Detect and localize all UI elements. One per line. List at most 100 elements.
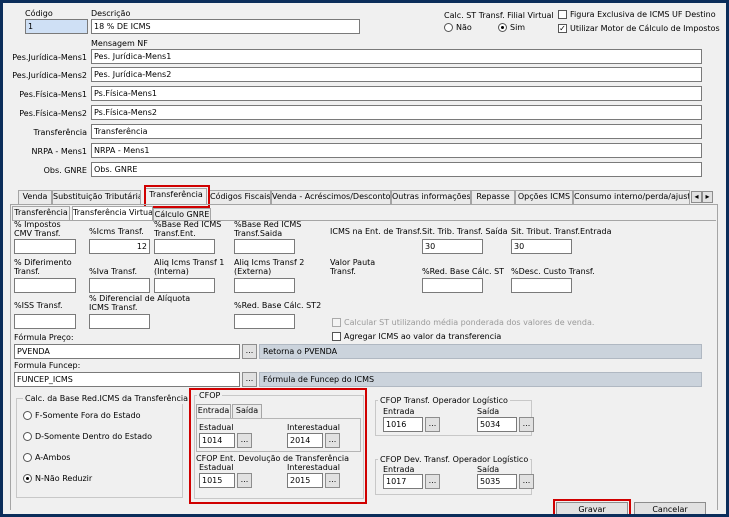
red-base-st-field[interactable] [422,278,483,293]
calc-base-radio-n[interactable] [23,474,32,483]
icms-ent-transf-label: ICMS na Ent. de Transf. [330,227,422,236]
cfop-op-saida-label: Saída [477,407,500,416]
calc-st-media-label: Calcular ST utilizando média ponderada d… [344,318,595,327]
formula-preco-label: Fórmula Preço: [14,333,74,342]
red-base-st-label: %Red. Base Cálc. ST [422,267,505,276]
formula-preco-info: Retorna o PVENDA [259,344,702,359]
formula-funcep-lookup-button[interactable]: ... [242,372,257,387]
tab-outras-informacoes[interactable]: Outras informações [391,190,471,204]
highlight-gravar-button [553,499,631,514]
descricao-label: Descrição [91,9,131,18]
tab-substituicao-tributaria[interactable]: Substituição Tributária [52,190,141,204]
tab-scroll-right-icon[interactable]: ▸ [702,191,713,203]
cfop-op-entrada-label: Entrada [383,407,415,416]
figura-exclusiva-label: Figura Exclusiva de ICMS UF Destino [570,10,716,19]
radio-sim-label: Sim [510,23,526,32]
agregar-icms-checkbox[interactable] [332,332,341,341]
base-red-sai-field[interactable] [234,239,295,254]
tab-scroll-left-icon[interactable]: ◂ [691,191,702,203]
codigo-label: Código [25,9,53,18]
cfop-op-entrada-field[interactable]: 1016 [383,417,423,432]
codigo-field[interactable]: 1 [25,19,88,34]
aliq1-field[interactable] [154,278,215,293]
dif-aliq-field[interactable] [89,314,150,329]
subtab-divider [12,220,716,221]
iva-transf-field[interactable] [89,278,150,293]
formula-funcep-label: Formula Funcep: [14,361,81,370]
cfop-op-dev-saida-lookup-button[interactable]: ... [519,474,534,489]
base-red-ent-label-2: Transf.Ent. [154,229,196,238]
mensagem-nf-title: Mensagem NF [91,39,148,48]
valor-pauta-label-2: Transf. [330,267,356,276]
sit-trib-saida-label: Sit. Trib. Transf. Saída [422,227,508,236]
msg-label-3: Pes.Física-Mens1 [19,90,87,99]
formula-funcep-field[interactable]: FUNCEP_ICMS [14,372,240,387]
msg-label-2: Pes.Jurídica-Mens2 [12,71,87,80]
tab-consumo-interno[interactable]: Consumo interno/perda/ajuste [573,190,690,204]
msg-field-5[interactable]: Transferência [91,124,702,139]
diferimento-field[interactable] [14,278,76,293]
msg-label-5: Transferência [33,128,87,137]
msg-field-1[interactable]: Pes. Jurídica-Mens1 [91,49,702,64]
calc-base-label-d: D-Somente Dentro do Estado [35,432,152,441]
calc-base-label-a: A-Ambos [35,453,71,462]
descricao-field[interactable]: 18 % DE ICMS [91,19,360,34]
radio-sim[interactable] [498,23,507,32]
msg-field-7[interactable]: Obs. GNRE [91,162,702,177]
base-red-ent-field[interactable] [154,239,215,254]
calc-st-media-checkbox[interactable] [332,318,341,327]
sit-trib-saida-field[interactable]: 30 [422,239,483,254]
iva-transf-label: %Iva Transf. [89,267,138,276]
red-base-st2-field[interactable] [234,314,295,329]
iss-transf-label: %ISS Transf. [14,301,63,310]
tab-opcoes-icms[interactable]: Opções ICMS [515,190,573,204]
agregar-icms-label: Agregar ICMS ao valor da transferencia [344,332,502,341]
formula-preco-field[interactable]: PVENDA [14,344,240,359]
subtab-transferencia-virtual[interactable]: Transferência Virtual [72,206,153,220]
cfop-op-dev-title: CFOP Dev. Transf. Operador Logístico [378,455,531,465]
msg-field-6[interactable]: NRPA - Mens1 [91,143,702,158]
radio-nao[interactable] [444,23,453,32]
cfop-op-saida-field[interactable]: 5034 [477,417,517,432]
cfop-op-dev-entrada-field[interactable]: 1017 [383,474,423,489]
aliq2-field[interactable] [234,278,295,293]
icms-transf-field[interactable]: 12 [89,239,150,254]
tab-repasse[interactable]: Repasse [471,190,515,204]
cfop-op-saida-lookup-button[interactable]: ... [519,417,534,432]
aliq2-label-2: (Externa) [234,267,272,276]
calc-base-radio-f[interactable] [23,411,32,420]
cancelar-button[interactable]: Cancelar [634,502,706,514]
msg-label-7: Obs. GNRE [43,166,87,175]
figura-exclusiva-checkbox[interactable] [558,10,567,19]
form-client-area: Código 1 Descrição 18 % DE ICMS Calc. ST… [3,3,726,514]
utilizar-motor-label: Utilizar Motor de Cálculo de Impostos [570,24,720,33]
subtab-transferencia[interactable]: Transferência [12,206,70,220]
tab-venda-acrescimos[interactable]: Venda - Acréscimos/Descontos [271,190,391,204]
calc-base-radio-d[interactable] [23,432,32,441]
msg-field-2[interactable]: Pes. Jurídica-Mens2 [91,67,702,82]
cfop-op-dev-entrada-lookup-button[interactable]: ... [425,474,440,489]
red-base-st2-label: %Red. Base Cálc. ST2 [234,301,322,310]
msg-label-6: NRPA - Mens1 [31,147,87,156]
tab-codigos-fiscais[interactable]: Códigos Fiscais [209,190,271,204]
icms-transf-label: %Icms Transf. [89,227,144,236]
formula-preco-lookup-button[interactable]: ... [242,344,257,359]
cfop-op-entrada-lookup-button[interactable]: ... [425,417,440,432]
desc-custo-field[interactable] [511,278,572,293]
calc-base-label-f: F-Somente Fora do Estado [35,411,141,420]
base-red-sai-label-2: Transf.Saida [234,229,283,238]
calc-base-radio-a[interactable] [23,453,32,462]
msg-field-4[interactable]: Ps.Física-Mens2 [91,105,702,120]
cfop-op-dev-saida-field[interactable]: 5035 [477,474,517,489]
tab-venda[interactable]: Venda [18,190,52,204]
iss-transf-field[interactable] [14,314,76,329]
imp-cmv-field[interactable] [14,239,76,254]
cfop-op-title: CFOP Transf. Operador Logístico [378,396,510,406]
msg-label-1: Pes.Jurídica-Mens1 [12,53,87,62]
utilizar-motor-checkbox[interactable]: ✓ [558,24,567,33]
window-frame: Código 1 Descrição 18 % DE ICMS Calc. ST… [0,0,729,517]
desc-custo-label: %Desc. Custo Transf. [511,267,595,276]
msg-field-3[interactable]: Ps.Física-Mens1 [91,86,702,101]
sit-trib-entrada-field[interactable]: 30 [511,239,572,254]
formula-funcep-info: Fórmula de Funcep do ICMS [259,372,702,387]
